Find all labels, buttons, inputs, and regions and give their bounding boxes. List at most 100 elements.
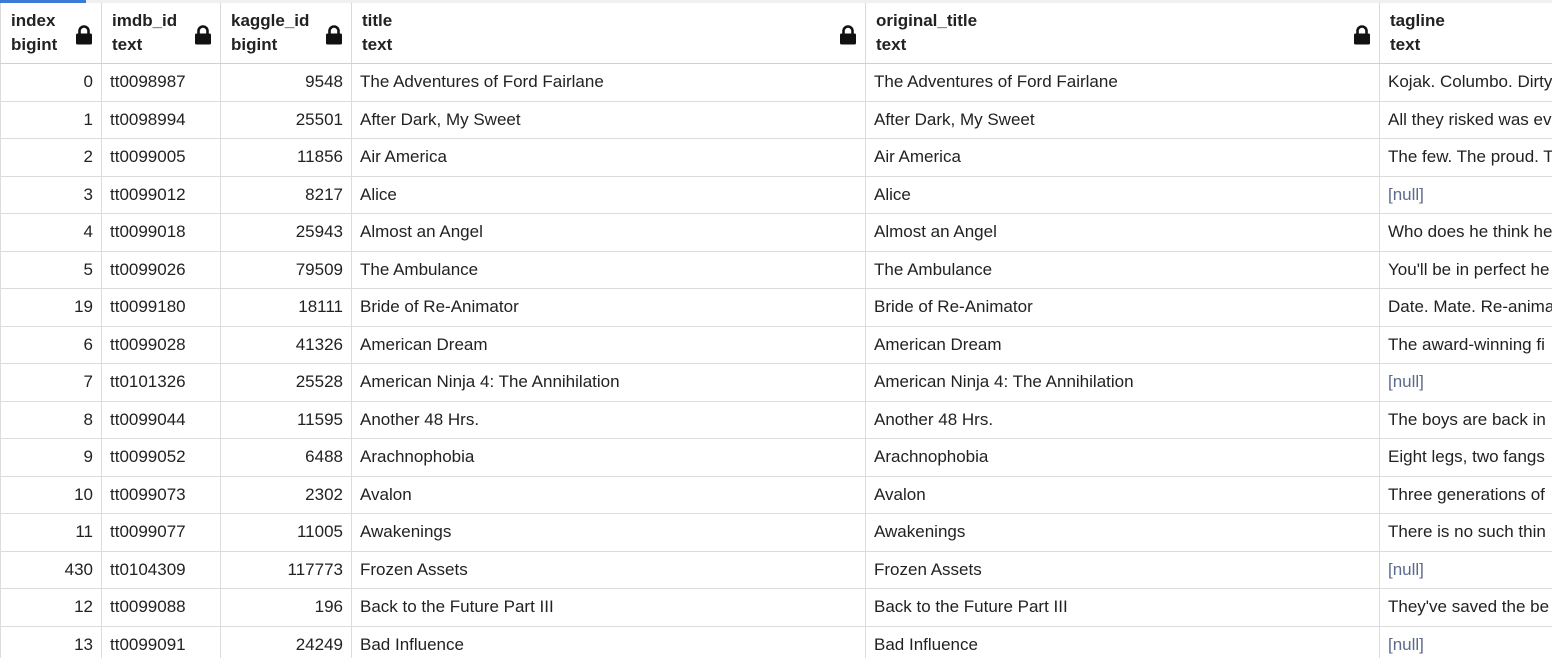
cell-original-title[interactable]: Bride of Re-Animator bbox=[865, 288, 1380, 327]
cell-imdb-id[interactable]: tt0099052 bbox=[101, 438, 221, 477]
cell-tagline[interactable]: The few. The proud. T bbox=[1379, 138, 1552, 177]
cell-index[interactable]: 19 bbox=[0, 288, 102, 327]
table-row[interactable]: 9 tt0099052 6488 Arachnophobia Arachnophobia… bbox=[0, 438, 1552, 477]
cell-original-title[interactable]: The Ambulance bbox=[865, 251, 1380, 289]
cell-title[interactable]: Bride of Re-Animator bbox=[351, 288, 866, 327]
cell-kaggle-id[interactable]: 9548 bbox=[220, 63, 352, 102]
table-row[interactable]: 5 tt0099026 79509 The Ambulance The Ambulanc… bbox=[0, 251, 1552, 289]
column-header-imdb-id[interactable]: imdb_id text bbox=[101, 3, 221, 64]
cell-kaggle-id[interactable]: 25501 bbox=[220, 101, 352, 139]
table-row[interactable]: 3 tt0099012 8217 Alice Alice [null] bbox=[0, 176, 1552, 214]
cell-imdb-id[interactable]: tt0098994 bbox=[101, 101, 221, 139]
cell-kaggle-id[interactable]: 11856 bbox=[220, 138, 352, 177]
cell-kaggle-id[interactable]: 6488 bbox=[220, 438, 352, 477]
cell-kaggle-id[interactable]: 41326 bbox=[220, 326, 352, 364]
table-row[interactable]: 6 tt0099028 41326 American Dream American Dr… bbox=[0, 326, 1552, 364]
cell-index[interactable]: 13 bbox=[0, 626, 102, 658]
cell-tagline[interactable]: All they risked was ev bbox=[1379, 101, 1552, 139]
cell-index[interactable]: 4 bbox=[0, 213, 102, 252]
cell-title[interactable]: Awakenings bbox=[351, 513, 866, 552]
cell-title[interactable]: Air America bbox=[351, 138, 866, 177]
cell-index[interactable]: 2 bbox=[0, 138, 102, 177]
cell-original-title[interactable]: The Adventures of Ford Fairlane bbox=[865, 63, 1380, 102]
cell-kaggle-id[interactable]: 24249 bbox=[220, 626, 352, 658]
cell-imdb-id[interactable]: tt0099028 bbox=[101, 326, 221, 364]
cell-imdb-id[interactable]: tt0099005 bbox=[101, 138, 221, 177]
cell-title[interactable]: Almost an Angel bbox=[351, 213, 866, 252]
cell-kaggle-id[interactable]: 8217 bbox=[220, 176, 352, 214]
table-row[interactable]: 13 tt0099091 24249 Bad Influence Bad Influen… bbox=[0, 626, 1552, 658]
cell-title[interactable]: American Dream bbox=[351, 326, 866, 364]
column-header-tagline[interactable]: tagline text bbox=[1379, 3, 1552, 64]
cell-tagline[interactable]: [null] bbox=[1379, 626, 1552, 658]
table-row[interactable]: 8 tt0099044 11595 Another 48 Hrs. Another 48… bbox=[0, 401, 1552, 439]
cell-imdb-id[interactable]: tt0101326 bbox=[101, 363, 221, 402]
cell-original-title[interactable]: Alice bbox=[865, 176, 1380, 214]
cell-original-title[interactable]: Arachnophobia bbox=[865, 438, 1380, 477]
cell-title[interactable]: Arachnophobia bbox=[351, 438, 866, 477]
cell-index[interactable]: 5 bbox=[0, 251, 102, 289]
cell-kaggle-id[interactable]: 25528 bbox=[220, 363, 352, 402]
cell-kaggle-id[interactable]: 25943 bbox=[220, 213, 352, 252]
cell-kaggle-id[interactable]: 117773 bbox=[220, 551, 352, 589]
cell-tagline[interactable]: The boys are back in bbox=[1379, 401, 1552, 439]
table-row[interactable]: 4 tt0099018 25943 Almost an Angel Almost an … bbox=[0, 213, 1552, 252]
cell-imdb-id[interactable]: tt0099077 bbox=[101, 513, 221, 552]
cell-original-title[interactable]: Bad Influence bbox=[865, 626, 1380, 658]
table-row[interactable]: 19 tt0099180 18111 Bride of Re-Animator Brid… bbox=[0, 288, 1552, 327]
column-header-original-title[interactable]: original_title text bbox=[865, 3, 1380, 64]
cell-index[interactable]: 10 bbox=[0, 476, 102, 514]
cell-original-title[interactable]: Awakenings bbox=[865, 513, 1380, 552]
cell-imdb-id[interactable]: tt0099026 bbox=[101, 251, 221, 289]
cell-tagline[interactable]: [null] bbox=[1379, 363, 1552, 402]
cell-tagline[interactable]: Kojak. Columbo. Dirty bbox=[1379, 63, 1552, 102]
cell-imdb-id[interactable]: tt0099044 bbox=[101, 401, 221, 439]
cell-original-title[interactable]: Avalon bbox=[865, 476, 1380, 514]
cell-index[interactable]: 12 bbox=[0, 588, 102, 627]
table-row[interactable]: 2 tt0099005 11856 Air America Air America The… bbox=[0, 138, 1552, 177]
cell-index[interactable]: 0 bbox=[0, 63, 102, 102]
cell-original-title[interactable]: American Ninja 4: The Annihilation bbox=[865, 363, 1380, 402]
cell-title[interactable]: Back to the Future Part III bbox=[351, 588, 866, 627]
cell-tagline[interactable]: Who does he think he bbox=[1379, 213, 1552, 252]
cell-original-title[interactable]: American Dream bbox=[865, 326, 1380, 364]
cell-tagline[interactable]: They've saved the be bbox=[1379, 588, 1552, 627]
cell-index[interactable]: 1 bbox=[0, 101, 102, 139]
cell-title[interactable]: Bad Influence bbox=[351, 626, 866, 658]
cell-kaggle-id[interactable]: 11005 bbox=[220, 513, 352, 552]
cell-tagline[interactable]: Three generations of bbox=[1379, 476, 1552, 514]
cell-kaggle-id[interactable]: 196 bbox=[220, 588, 352, 627]
cell-title[interactable]: The Ambulance bbox=[351, 251, 866, 289]
cell-original-title[interactable]: Almost an Angel bbox=[865, 213, 1380, 252]
table-row[interactable]: 0 tt0098987 9548 The Adventures of Ford Fai… bbox=[0, 63, 1552, 102]
cell-index[interactable]: 8 bbox=[0, 401, 102, 439]
cell-tagline[interactable]: The award-winning fi bbox=[1379, 326, 1552, 364]
cell-title[interactable]: After Dark, My Sweet bbox=[351, 101, 866, 139]
cell-index[interactable]: 6 bbox=[0, 326, 102, 364]
cell-title[interactable]: The Adventures of Ford Fairlane bbox=[351, 63, 866, 102]
cell-index[interactable]: 7 bbox=[0, 363, 102, 402]
cell-tagline[interactable]: There is no such thin bbox=[1379, 513, 1552, 552]
cell-kaggle-id[interactable]: 2302 bbox=[220, 476, 352, 514]
cell-tagline[interactable]: [null] bbox=[1379, 176, 1552, 214]
cell-imdb-id[interactable]: tt0099018 bbox=[101, 213, 221, 252]
cell-imdb-id[interactable]: tt0104309 bbox=[101, 551, 221, 589]
cell-imdb-id[interactable]: tt0099012 bbox=[101, 176, 221, 214]
cell-kaggle-id[interactable]: 79509 bbox=[220, 251, 352, 289]
cell-original-title[interactable]: After Dark, My Sweet bbox=[865, 101, 1380, 139]
cell-imdb-id[interactable]: tt0099091 bbox=[101, 626, 221, 658]
cell-tagline[interactable]: You'll be in perfect he bbox=[1379, 251, 1552, 289]
cell-index[interactable]: 3 bbox=[0, 176, 102, 214]
cell-kaggle-id[interactable]: 18111 bbox=[220, 288, 352, 327]
cell-title[interactable]: Another 48 Hrs. bbox=[351, 401, 866, 439]
table-row[interactable]: 430 tt0104309 117773 Frozen Assets Frozen As… bbox=[0, 551, 1552, 589]
cell-original-title[interactable]: Back to the Future Part III bbox=[865, 588, 1380, 627]
column-header-kaggle-id[interactable]: kaggle_id bigint bbox=[220, 3, 352, 64]
cell-title[interactable]: Frozen Assets bbox=[351, 551, 866, 589]
cell-title[interactable]: Alice bbox=[351, 176, 866, 214]
column-header-index[interactable]: index bigint bbox=[0, 3, 102, 64]
table-row[interactable]: 1 tt0098994 25501 After Dark, My Sweet After… bbox=[0, 101, 1552, 139]
table-row[interactable]: 10 tt0099073 2302 Avalon Avalon Three generat… bbox=[0, 476, 1552, 514]
cell-imdb-id[interactable]: tt0099088 bbox=[101, 588, 221, 627]
table-row[interactable]: 12 tt0099088 196 Back to the Future Part II… bbox=[0, 588, 1552, 627]
